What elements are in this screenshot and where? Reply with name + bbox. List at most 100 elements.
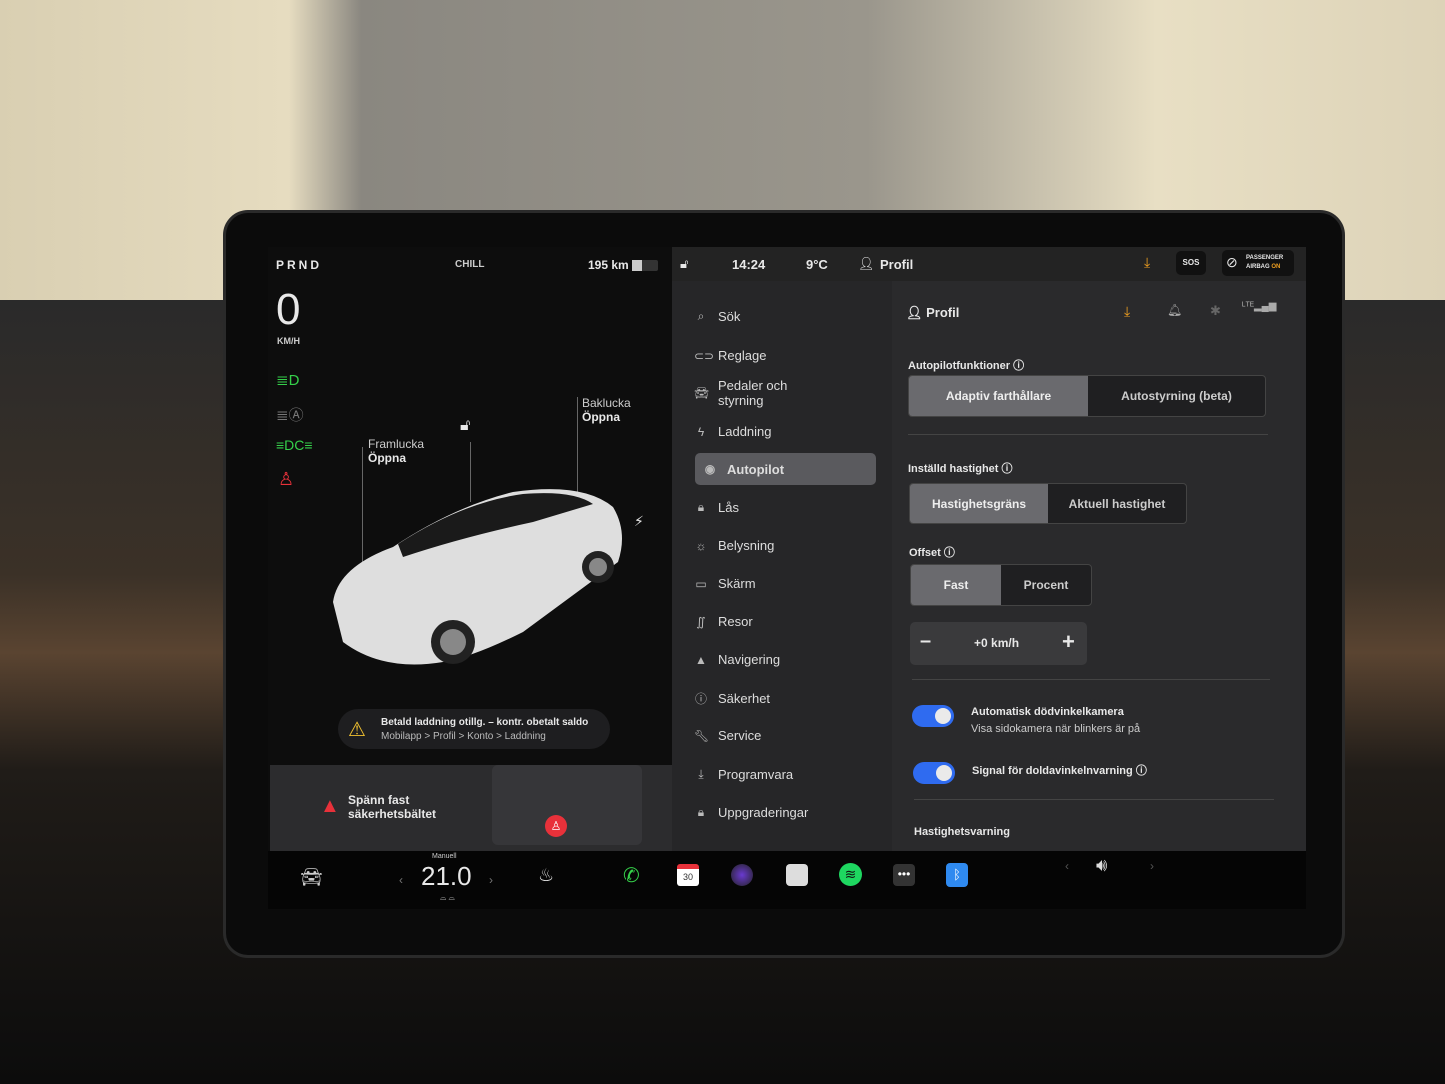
info-icon[interactable]: ⓘ [944, 547, 955, 559]
car-3d-model[interactable] [323, 482, 643, 677]
decrease-button[interactable]: – [920, 630, 931, 653]
charging-alert-path: Mobilapp > Profil > Konto > Laddning [381, 731, 546, 742]
display-icon: ▭ [695, 576, 707, 591]
increase-button[interactable]: + [1062, 629, 1075, 655]
charging-alert-title: Betald laddning otillg. – kontr. obetalt… [381, 717, 589, 728]
passenger-airbag-status: ⊘ PASSENGER AIRBAG ON [1222, 250, 1294, 276]
download-icon[interactable]: ⤓ [1124, 303, 1130, 320]
option-current-speed[interactable]: Aktuell hastighet [1048, 484, 1186, 523]
option-adaptive-cruise[interactable]: Adaptiv farthållare [909, 376, 1088, 416]
menu-item-locks[interactable]: 🔒︎ Lås [694, 500, 739, 515]
set-speed-selector: Hastighetsgräns Aktuell hastighet [909, 483, 1187, 524]
toybox-icon[interactable] [786, 864, 808, 886]
menu-label: Service [718, 728, 762, 743]
warning-icon: ⚠︎ [348, 719, 366, 741]
menu-item-search[interactable]: ⌕ Sök [694, 309, 741, 324]
spotify-icon[interactable]: ≋ [839, 863, 862, 886]
defrost-icon[interactable]: ⌓ ⌓ [440, 893, 455, 903]
toggle-icon: ⊂⊃ [694, 348, 715, 363]
bell-icon[interactable]: 🔔︎ [1167, 303, 1182, 317]
seatbelt-warning-icon: ♙ [278, 469, 295, 489]
menu-label: Pedaler och styrning [718, 378, 788, 408]
option-speed-limit[interactable]: Hastighetsgräns [910, 484, 1048, 523]
bottom-bar: 🚘︎ ‹ Manuell 21.0 › ⌓ ⌓ ♨ ✆ 30 ≋ ••• ᛒ ‹… [268, 851, 1306, 909]
blind-spot-chime-toggle[interactable] [913, 762, 955, 784]
set-speed-label: Inställd hastighet ⓘ [908, 460, 1013, 476]
bluetooth-icon[interactable]: ✱ [1210, 303, 1221, 319]
car-icon[interactable]: 🚘︎ [300, 867, 323, 888]
volume-up-button[interactable]: › [1150, 859, 1154, 873]
temp-down-button[interactable]: ‹ [399, 873, 403, 887]
car-icon: 🚘︎ [694, 385, 710, 400]
sos-button[interactable]: SOS [1176, 251, 1206, 275]
menu-item-charging[interactable]: ϟ Laddning [694, 424, 772, 439]
autopilot-features-selector: Adaptiv farthållare Autostyrning (beta) [908, 375, 1266, 417]
option-autosteer[interactable]: Autostyrning (beta) [1088, 376, 1265, 416]
safety-icon: ⓘ [694, 692, 707, 706]
trips-icon: ∬ [696, 614, 706, 629]
unlock-icon[interactable]: 🔓︎ [460, 417, 470, 435]
profile-icon[interactable]: 👤︎ [858, 256, 875, 272]
blind-spot-camera-label: Automatisk dödvinkelkamera [971, 706, 1124, 718]
trunk-open-button[interactable]: Öppna [582, 410, 620, 424]
menu-item-trips[interactable]: ∬ Resor [694, 614, 753, 629]
phone-icon[interactable]: ✆ [623, 863, 640, 888]
wrench-icon: 🔧︎ [694, 728, 710, 743]
navigation-icon: ▲ [695, 652, 707, 667]
more-apps-icon[interactable]: ••• [893, 864, 915, 886]
lock-status-icon[interactable]: 🔓︎ [680, 256, 688, 272]
drive-mode: CHILL [455, 259, 485, 270]
seat-heater-icon[interactable]: ♨ [538, 865, 554, 886]
temp-up-button[interactable]: › [489, 873, 493, 887]
autopilot-features-label: Autopilotfunktioner ⓘ [908, 357, 1024, 373]
offset-stepper: – +0 km/h + [910, 622, 1087, 665]
alert-icon: ▲ [320, 795, 340, 817]
software-update-icon[interactable]: ⤓ [1144, 254, 1150, 271]
blind-spot-camera-toggle[interactable] [912, 705, 954, 727]
menu-label: Uppgraderingar [718, 805, 809, 820]
calendar-day: 30 [682, 872, 693, 882]
calendar-icon[interactable]: 30 [677, 864, 699, 886]
menu-item-pedals[interactable]: 🚘︎ Pedaler och styrning [694, 378, 808, 408]
blind-spot-camera-sub: Visa sidokamera när blinkers är på [971, 723, 1141, 735]
option-percent[interactable]: Procent [1001, 565, 1091, 605]
menu-item-service[interactable]: 🔧︎ Service [694, 728, 761, 743]
headlight-icon: ≣D [276, 372, 300, 389]
speed-unit: KM/H [277, 336, 300, 346]
profile-header-label: Profil [926, 305, 960, 320]
menu-label: Lås [718, 500, 739, 515]
volume-down-button[interactable]: ‹ [1065, 859, 1069, 873]
info-icon[interactable]: ⓘ [1136, 765, 1147, 777]
battery-icon [632, 260, 658, 271]
option-fixed[interactable]: Fast [911, 565, 1001, 605]
bluetooth-app-icon[interactable]: ᛒ [946, 863, 968, 887]
frunk-open-button[interactable]: Öppna [368, 451, 406, 465]
shopping-bag-icon: 🔒︎ [697, 805, 705, 819]
menu-item-upgrades[interactable]: 🔒︎ Uppgraderingar [694, 805, 809, 820]
volume-icon[interactable]: 🔊︎ [1096, 855, 1107, 876]
menu-item-lights[interactable]: ☼ Belysning [694, 538, 775, 553]
auto-high-beam-icon: ≣Ⓐ [276, 407, 304, 424]
profile-button[interactable]: Profil [880, 257, 913, 272]
info-icon[interactable]: ⓘ [1002, 463, 1013, 475]
menu-item-navigation[interactable]: ▲ Navigering [694, 652, 780, 667]
search-icon: ⌕ [697, 309, 705, 323]
menu-item-controls[interactable]: ⊂⊃ Reglage [694, 348, 766, 363]
profile-header[interactable]: 👤︎ Profil [906, 305, 959, 321]
cabin-temperature[interactable]: 21.0 [421, 861, 472, 892]
charging-alert[interactable]: ⚠︎ Betald laddning otillg. – kontr. obet… [338, 709, 610, 749]
menu-label: Resor [718, 614, 753, 629]
menu-item-autopilot[interactable]: ◉ Autopilot [695, 453, 876, 485]
menu-item-software[interactable]: ⤓ Programvara [694, 767, 793, 782]
charge-port-icon[interactable]: ⚡︎ [634, 513, 644, 530]
autopilot-settings: 👤︎ Profil ⤓ 🔔︎ ✱ ᴸᵀᴱ▂▄▆ Autopilotfunktio… [892, 281, 1306, 851]
menu-item-safety[interactable]: ⓘ Säkerhet [694, 690, 770, 707]
menu-item-display[interactable]: ▭ Skärm [694, 576, 755, 591]
clock: 14:24 [732, 257, 766, 272]
camera-icon[interactable] [731, 864, 753, 886]
airbag-line1: PASSENGER [1246, 255, 1284, 261]
status-bar: 🔓︎ 14:24 9°C 👤︎ Profil ⤓ SOS ⊘ PASSENGER… [672, 247, 1306, 281]
info-icon[interactable]: ⓘ [1013, 360, 1024, 372]
menu-label: Autopilot [727, 461, 785, 477]
set-speed-text: Inställd hastighet [908, 463, 999, 475]
